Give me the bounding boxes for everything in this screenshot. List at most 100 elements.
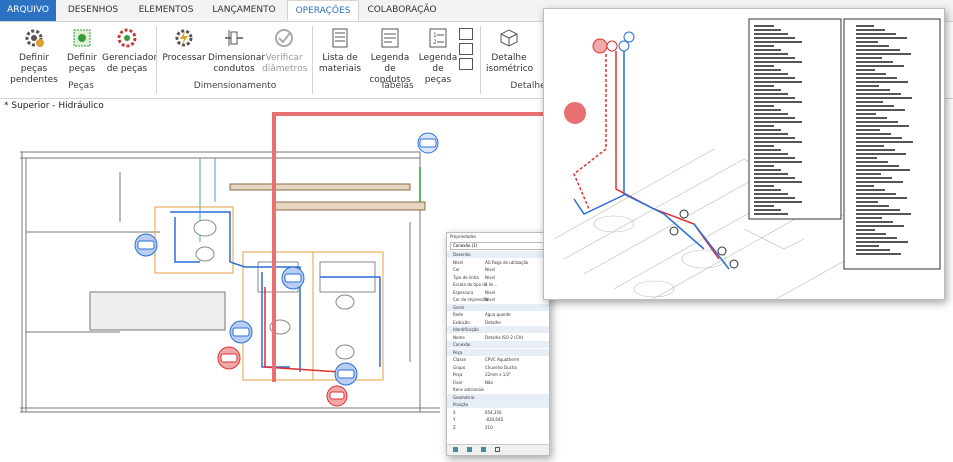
property-key: Tipo de linha xyxy=(453,274,479,280)
property-row[interactable]: Conexão xyxy=(447,341,549,348)
legend-line xyxy=(856,193,896,195)
property-row[interactable]: Nome Detalhe ISO-2 (CH) xyxy=(447,334,549,341)
property-key: Classe xyxy=(453,357,466,362)
legend-line xyxy=(856,173,881,175)
group-detalhe-label: Detalhe xyxy=(510,81,546,91)
property-row[interactable]: Y -830,640 xyxy=(447,416,549,423)
parts-icon xyxy=(73,29,91,47)
legend-line xyxy=(856,125,909,127)
property-row[interactable]: Tipo de linha Nível xyxy=(447,274,549,281)
property-key: Geometria xyxy=(453,394,475,400)
tab-icon[interactable] xyxy=(495,447,500,452)
property-row[interactable]: Nível AG Regs de utilização xyxy=(447,259,549,266)
property-key: Rede xyxy=(453,312,464,317)
legend-line xyxy=(754,69,781,71)
legend-line xyxy=(856,81,908,83)
property-row[interactable]: Rede Água quente xyxy=(447,311,549,318)
legend-line xyxy=(856,149,895,151)
legend-line xyxy=(754,197,795,199)
properties-tab-strip[interactable] xyxy=(447,444,549,455)
property-row[interactable]: Classe CPVC Aquatherm xyxy=(447,356,549,363)
property-key: Grupo xyxy=(453,364,466,370)
property-row[interactable]: Posição xyxy=(447,401,549,408)
lista-materiais-button[interactable]: Lista de materiais xyxy=(318,26,362,75)
property-value: Detalhe xyxy=(485,319,501,325)
legend-line xyxy=(754,205,774,207)
legend-line xyxy=(856,141,913,143)
legend-line xyxy=(754,145,774,147)
property-value: Água quente xyxy=(485,312,511,317)
property-key: Z xyxy=(453,424,456,430)
property-row[interactable]: Exibição Detalhe xyxy=(447,319,549,326)
legend-line xyxy=(856,77,897,79)
definir-pecas-button[interactable]: Definir peças xyxy=(64,26,100,75)
property-row[interactable]: Z 210 xyxy=(447,424,549,431)
legend-line xyxy=(856,121,898,123)
definir-pecas-pendentes-button[interactable]: Definir peças pendentes xyxy=(6,26,62,86)
processar-button[interactable]: Processar xyxy=(162,26,206,64)
group-pecas-label: Peças xyxy=(68,81,94,91)
properties-selector[interactable]: Conexão (1) xyxy=(450,242,548,250)
legend-line xyxy=(856,185,874,187)
tab-icon[interactable] xyxy=(481,447,486,452)
legend-line xyxy=(856,213,911,215)
property-row[interactable]: X 654,356 xyxy=(447,409,549,416)
legend-line xyxy=(856,229,875,231)
legend-line xyxy=(754,53,788,55)
property-row[interactable]: Itens adicionais xyxy=(447,386,549,393)
gerenciador-pecas-button[interactable]: Gerenciador de peças xyxy=(102,26,157,75)
tab-arquivo[interactable]: ARQUIVO xyxy=(0,0,56,21)
property-row[interactable]: Espessura Nível xyxy=(447,289,549,296)
property-key: Peça xyxy=(453,372,463,377)
property-row[interactable]: Peça 22mm x 1/2" xyxy=(447,371,549,378)
legend-line xyxy=(856,161,888,163)
legend-line xyxy=(856,41,878,43)
property-key: X xyxy=(453,409,456,415)
dimensionar-condutos-button[interactable]: Dimensionar condutos xyxy=(208,26,265,75)
property-row[interactable]: Peça xyxy=(447,348,549,356)
legend-line xyxy=(856,145,884,147)
gear-icon xyxy=(25,29,44,47)
legend-line xyxy=(856,129,880,131)
legend-line xyxy=(754,81,802,83)
property-key: Geral xyxy=(453,304,464,310)
legend-line xyxy=(754,129,781,131)
property-value: -830,640 xyxy=(485,417,503,422)
property-row[interactable]: Escala do tipo de lin... 1 xyxy=(447,281,549,288)
tab-icon[interactable] xyxy=(453,447,458,452)
tab-lancamento[interactable]: LANÇAMENTO xyxy=(206,0,282,21)
tab-operacoes[interactable]: OPERAÇÕES xyxy=(287,0,359,21)
property-row[interactable]: Geral xyxy=(447,303,549,311)
legend-line xyxy=(856,101,883,103)
tab-desenhos[interactable]: DESENHOS xyxy=(62,0,124,21)
properties-title: Propriedades xyxy=(450,234,477,239)
property-row[interactable]: Grupo Chuveiro Ducha xyxy=(447,364,549,371)
property-row[interactable]: Identificação xyxy=(447,326,549,333)
legend-line xyxy=(856,65,904,67)
property-key: Espessura xyxy=(453,289,474,295)
property-row[interactable]: Cor Nível xyxy=(447,266,549,273)
tab-colaboracao[interactable]: COLABORAÇÃO xyxy=(362,0,442,21)
tab-icon[interactable] xyxy=(467,447,472,452)
property-row[interactable]: Geometria xyxy=(447,393,549,401)
properties-panel[interactable]: Propriedades Conexão (1) Desenho Nível AG … xyxy=(446,232,550,456)
legend-line xyxy=(856,45,889,47)
legend-line xyxy=(856,209,900,211)
group-tabelas-label: Tabelas xyxy=(380,81,414,91)
legend-line xyxy=(754,189,781,191)
legend-line xyxy=(856,177,892,179)
tab-elementos[interactable]: ELEMENTOS xyxy=(130,0,202,21)
legenda-pecas-button[interactable]: 12 Legenda de peças xyxy=(418,26,458,86)
property-row[interactable]: Cor de impressão Nível xyxy=(447,296,549,303)
legend-line xyxy=(856,237,897,239)
verificar-diametros-button[interactable]: Verificar diâmetros xyxy=(262,26,307,75)
legend-line xyxy=(856,133,891,135)
legend-line xyxy=(856,221,893,223)
detalhe-isometrico-button[interactable]: Detalhe isométrico xyxy=(486,26,533,75)
property-key: Exibição xyxy=(453,319,470,325)
legend-line xyxy=(856,225,904,227)
property-row[interactable]: Fixar Não xyxy=(447,379,549,386)
small-table-buttons[interactable] xyxy=(459,28,473,72)
property-row[interactable]: Desenho xyxy=(447,251,549,258)
legenda-condutos-button[interactable]: Legenda de condutos xyxy=(364,26,416,86)
